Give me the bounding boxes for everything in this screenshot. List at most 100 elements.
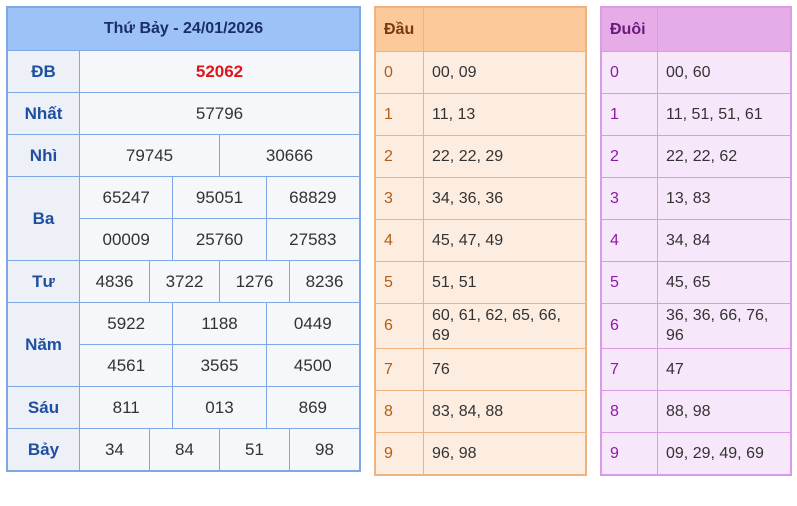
prize-row: Nhì 79745 30666 xyxy=(8,135,359,177)
dau-row: 0 00, 09 xyxy=(376,52,585,94)
special-prize-number: 52062 xyxy=(80,51,359,92)
dau-digit: 1 xyxy=(376,94,424,135)
duoi-digit: 5 xyxy=(602,262,658,303)
duoi-row: 0 00, 60 xyxy=(602,52,790,94)
prize-line: 4561 3565 4500 xyxy=(80,344,359,386)
prize-line: 00009 25760 27583 xyxy=(80,218,359,260)
prize-line: 34 84 51 98 xyxy=(80,429,359,470)
prize-label: Tư xyxy=(8,261,80,302)
prize-number: 811 xyxy=(80,387,173,428)
dau-digit: 0 xyxy=(376,52,424,93)
duoi-row: 4 34, 84 xyxy=(602,220,790,262)
prize-number: 27583 xyxy=(265,219,359,260)
duoi-row: 9 09, 29, 49, 69 xyxy=(602,433,790,474)
duoi-row: 3 13, 83 xyxy=(602,178,790,220)
dau-numbers: 76 xyxy=(432,360,450,378)
prize-number: 65247 xyxy=(80,177,173,218)
duoi-numbers: 45, 65 xyxy=(666,273,711,291)
dau-row: 5 51, 51 xyxy=(376,262,585,304)
prize-number: 5922 xyxy=(80,303,173,344)
dau-row: 6 60, 61, 62, 65, 66, 69 xyxy=(376,304,585,349)
dau-row: 2 22, 22, 29 xyxy=(376,136,585,178)
prize-number: 25760 xyxy=(172,219,266,260)
dau-numbers: 51, 51 xyxy=(432,273,477,291)
prize-number: 84 xyxy=(149,429,219,470)
duoi-digit: 1 xyxy=(602,94,658,135)
prize-number: 4561 xyxy=(80,345,173,386)
prize-number: 869 xyxy=(265,387,359,428)
duoi-numbers: 36, 36, 66, 76, 96 xyxy=(666,307,769,344)
prize-label: Năm xyxy=(8,303,80,386)
duoi-row: 6 36, 36, 66, 76, 96 xyxy=(602,304,790,349)
dau-header-blank xyxy=(424,8,585,51)
duoi-row: 5 45, 65 xyxy=(602,262,790,304)
prize-values: 57796 xyxy=(80,93,359,134)
prize-values: 52062 xyxy=(80,51,359,92)
dau-row: 4 45, 47, 49 xyxy=(376,220,585,262)
prize-number: 30666 xyxy=(219,135,359,176)
prize-row: ĐB 52062 xyxy=(8,51,359,93)
duoi-digit: 9 xyxy=(602,433,658,474)
prize-values: 65247 95051 68829 00009 25760 27583 xyxy=(80,177,359,260)
duoi-numbers: 22, 22, 62 xyxy=(666,147,738,165)
duoi-row: 1 11, 51, 51, 61 xyxy=(602,94,790,136)
prize-label: ĐB xyxy=(8,51,80,92)
prize-line: 79745 30666 xyxy=(80,135,359,176)
prize-label: Bảy xyxy=(8,429,80,470)
prize-number: 57796 xyxy=(80,93,359,134)
prize-row: Bảy 34 84 51 98 xyxy=(8,429,359,470)
prize-row: Ba 65247 95051 68829 00009 25760 27583 xyxy=(8,177,359,261)
duoi-row: 7 47 xyxy=(602,349,790,391)
prize-values: 4836 3722 1276 8236 xyxy=(80,261,359,302)
dau-digit: 7 xyxy=(376,349,424,390)
duoi-digit: 3 xyxy=(602,178,658,219)
prize-label: Sáu xyxy=(8,387,80,428)
duoi-table: Đuôi 0 00, 60 1 11, 51, 51, 61 2 22, 22, 62 3 1… xyxy=(600,6,792,476)
duoi-numbers: 47 xyxy=(666,360,684,378)
dau-digit: 2 xyxy=(376,136,424,177)
prize-number: 79745 xyxy=(80,135,219,176)
dau-numbers: 96, 98 xyxy=(432,444,477,462)
dau-numbers: 60, 61, 62, 65, 66, 69 xyxy=(432,307,561,344)
dau-numbers: 83, 84, 88 xyxy=(432,402,504,420)
duoi-numbers: 88, 98 xyxy=(666,402,711,420)
prize-number: 95051 xyxy=(172,177,266,218)
dau-digit: 4 xyxy=(376,220,424,261)
prize-row: Năm 5922 1188 0449 4561 3565 4500 xyxy=(8,303,359,387)
duoi-body: 0 00, 60 1 11, 51, 51, 61 2 22, 22, 62 3 13, 83… xyxy=(602,52,790,474)
duoi-row: 8 88, 98 xyxy=(602,391,790,433)
dau-digit: 5 xyxy=(376,262,424,303)
results-title: Thứ Bảy - 24/01/2026 xyxy=(8,8,359,51)
duoi-header-blank xyxy=(658,8,790,51)
dau-digit: 3 xyxy=(376,178,424,219)
duoi-digit: 4 xyxy=(602,220,658,261)
prize-label: Ba xyxy=(8,177,80,260)
prize-number: 3722 xyxy=(149,261,219,302)
prize-label: Nhì xyxy=(8,135,80,176)
prize-number: 4836 xyxy=(80,261,149,302)
dau-table: Đầu 0 00, 09 1 11, 13 2 22, 22, 29 3 34, 36, 36… xyxy=(374,6,587,476)
lottery-results-table: Thứ Bảy - 24/01/2026 ĐB 52062 Nhất 57796 Nhì… xyxy=(6,6,361,472)
duoi-numbers: 00, 60 xyxy=(666,63,711,81)
duoi-numbers: 11, 51, 51, 61 xyxy=(666,105,763,123)
dau-numbers: 00, 09 xyxy=(432,63,477,81)
dau-row: 8 83, 84, 88 xyxy=(376,391,585,433)
duoi-row: 2 22, 22, 62 xyxy=(602,136,790,178)
duoi-numbers: 09, 29, 49, 69 xyxy=(666,444,764,462)
duoi-numbers: 34, 84 xyxy=(666,231,711,249)
dau-digit: 9 xyxy=(376,433,424,474)
duoi-digit: 0 xyxy=(602,52,658,93)
prize-number: 1276 xyxy=(219,261,289,302)
prize-number: 34 xyxy=(80,429,149,470)
duoi-header: Đuôi xyxy=(602,8,658,51)
prize-row: Sáu 811 013 869 xyxy=(8,387,359,429)
prize-row: Tư 4836 3722 1276 8236 xyxy=(8,261,359,303)
dau-body: 0 00, 09 1 11, 13 2 22, 22, 29 3 34, 36, 36 4 45,… xyxy=(376,52,585,474)
duoi-digit: 6 xyxy=(602,304,658,348)
dau-numbers: 45, 47, 49 xyxy=(432,231,504,249)
dau-digit: 8 xyxy=(376,391,424,432)
dau-numbers: 22, 22, 29 xyxy=(432,147,504,165)
dau-digit: 6 xyxy=(376,304,424,348)
prize-line: 4836 3722 1276 8236 xyxy=(80,261,359,302)
prize-values: 79745 30666 xyxy=(80,135,359,176)
